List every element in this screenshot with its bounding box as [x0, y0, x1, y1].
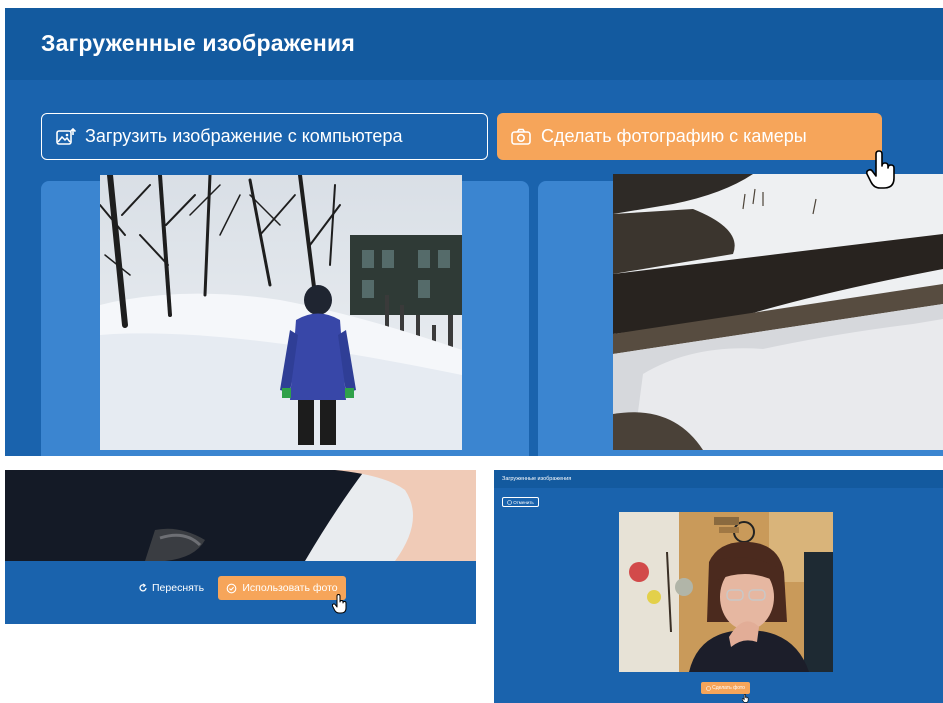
dialog-title: Загруженные изображения [502, 476, 572, 482]
cancel-button[interactable]: Отменить [502, 497, 539, 507]
upload-button-label: Загрузить изображение с компьютера [85, 126, 403, 146]
use-photo-button[interactable]: Использовать фото [218, 576, 346, 600]
image-upload-icon [56, 127, 76, 146]
cancel-label: Отменить [513, 499, 534, 505]
close-icon [507, 499, 513, 505]
page-title: Загруженные изображения [41, 30, 355, 56]
upload-from-computer-button[interactable]: Загрузить изображение с компьютера [41, 113, 488, 160]
camera-button-label: Сделать фотографию с камеры [541, 126, 807, 146]
camera-capture-dialog: Загруженные изображения Отменить Сделать… [494, 470, 943, 703]
captured-photo-preview [5, 470, 476, 561]
shutter-label: Сделать фото [712, 685, 745, 691]
camera-icon [706, 685, 711, 691]
dialog-header: Загруженные изображения [494, 470, 943, 488]
camera-icon [511, 128, 531, 145]
camera-live-preview [619, 512, 833, 672]
take-photo-button[interactable]: Сделать фотографию с камеры [497, 113, 882, 160]
hand-cursor-icon [741, 690, 749, 703]
retake-label: Переснять [152, 582, 205, 594]
refresh-icon [138, 583, 148, 593]
hand-cursor-icon [865, 150, 898, 195]
photo-review-panel: Переснять Использовать фото [5, 470, 476, 624]
panel-header: Загруженные изображения [5, 8, 943, 80]
uploaded-image-winter-child[interactable] [100, 175, 462, 450]
uploaded-image-snow-field[interactable] [613, 174, 943, 450]
hand-cursor-icon [331, 594, 348, 619]
check-circle-icon [226, 583, 237, 594]
retake-button[interactable]: Переснять [138, 582, 204, 594]
use-photo-label: Использовать фото [242, 582, 338, 594]
